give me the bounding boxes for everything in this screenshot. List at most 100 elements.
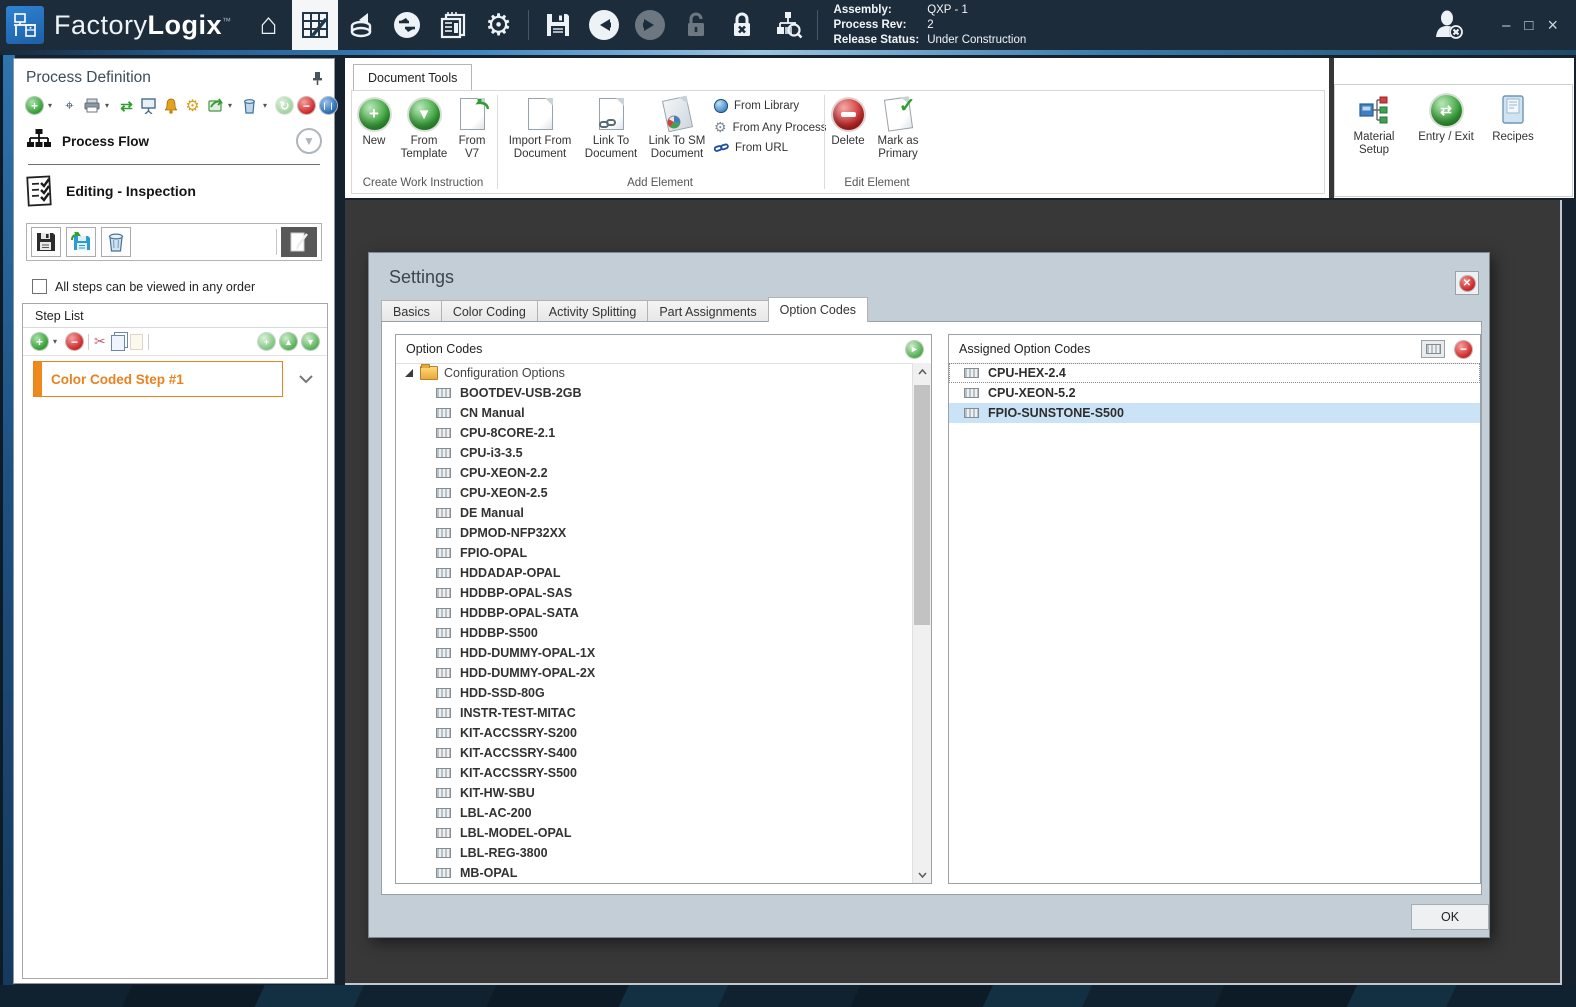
add-step-icon[interactable]: +	[31, 333, 48, 350]
option-code-row[interactable]: CPU-i3-3.5	[396, 443, 913, 463]
option-code-row[interactable]: HDDBP-OPAL-SATA	[396, 603, 913, 623]
option-code-row[interactable]: LBL-MODEL-OPAL	[396, 823, 913, 843]
assign-option-code-button[interactable]: ►	[906, 340, 923, 358]
redo-forward-icon[interactable]	[627, 0, 673, 50]
entry-exit-button[interactable]: ⇄ Entry / Exit	[1413, 93, 1479, 144]
export-caret-icon[interactable]: ▾	[228, 101, 236, 110]
delete-button[interactable]: Delete	[826, 97, 870, 148]
scroll-up-icon[interactable]	[913, 363, 931, 380]
option-code-row[interactable]: DE Manual	[396, 503, 913, 523]
import-from-document-button[interactable]: Import From Document	[504, 97, 576, 161]
assigned-option-row[interactable]: FPIO-SUNSTONE-S500	[949, 403, 1480, 423]
remove-step-icon[interactable]: −	[66, 333, 83, 350]
option-code-row[interactable]: LBL-REG-3800	[396, 843, 913, 863]
editing-inspection-item[interactable]: Editing - Inspection	[14, 169, 334, 213]
option-code-row[interactable]: KIT-ACCSSRY-S400	[396, 743, 913, 763]
option-code-row[interactable]: CN Manual	[396, 403, 913, 423]
settings-tab[interactable]: Activity Splitting	[536, 300, 649, 322]
option-code-row[interactable]: FPIO-OPAL	[396, 543, 913, 563]
option-code-row[interactable]: INSTR-TEST-MITAC	[396, 703, 913, 723]
assigned-option-row[interactable]: CPU-HEX-2.4	[949, 363, 1480, 383]
save-icon[interactable]	[535, 0, 581, 50]
settings-gear-icon[interactable]: ⚙	[476, 0, 522, 50]
minimize-button[interactable]: –	[1502, 17, 1510, 34]
add-icon[interactable]: +	[26, 97, 43, 114]
scroll-down-icon[interactable]	[913, 866, 931, 883]
settings-tab[interactable]: Color Coding	[440, 300, 538, 322]
step-row[interactable]: Color Coded Step #1	[33, 361, 317, 397]
import-save-button[interactable]	[66, 227, 96, 257]
scrollbar-thumb[interactable]	[914, 385, 930, 625]
lock-release-icon[interactable]	[719, 0, 765, 50]
presentation-icon[interactable]	[140, 97, 157, 114]
from-library-button[interactable]: From Library	[714, 99, 827, 113]
move-down-icon[interactable]: ▼	[302, 333, 319, 350]
option-codes-scrollbar[interactable]	[912, 363, 931, 883]
option-code-row[interactable]: DPMOD-NFP32XX	[396, 523, 913, 543]
undo-back-icon[interactable]	[581, 0, 627, 50]
add-step-caret-icon[interactable]: ▾	[53, 337, 61, 346]
link-to-document-button[interactable]: Link To Document	[580, 97, 642, 161]
option-code-row[interactable]: CPU-XEON-2.2	[396, 463, 913, 483]
from-v7-button[interactable]: From V7	[452, 97, 492, 161]
step-box[interactable]: Color Coded Step #1	[33, 361, 283, 397]
binoculars-icon[interactable]: ⌖	[61, 97, 78, 114]
settings-tab[interactable]: Part Assignments	[647, 300, 769, 322]
option-code-row[interactable]: HDD-SSD-80G	[396, 683, 913, 703]
recycle-icon[interactable]: ↻	[276, 97, 293, 114]
unlock-icon[interactable]	[673, 0, 719, 50]
option-code-row[interactable]: CPU-8CORE-2.1	[396, 423, 913, 443]
from-template-button[interactable]: ▼ From Template	[396, 97, 452, 161]
delete-document-button[interactable]	[101, 227, 131, 257]
paste-icon[interactable]	[129, 333, 143, 350]
option-code-row[interactable]: KIT-HW-SBU	[396, 783, 913, 803]
process-search-icon[interactable]	[765, 0, 811, 50]
edit-mode-button[interactable]	[281, 227, 317, 257]
copy-icon[interactable]	[110, 335, 125, 351]
print-caret-icon[interactable]: ▾	[105, 101, 113, 110]
unassign-option-code-button[interactable]: −	[1455, 340, 1472, 358]
maximize-button[interactable]: □	[1524, 17, 1533, 34]
bell-icon[interactable]	[162, 97, 179, 114]
any-order-checkbox-row[interactable]: All steps can be viewed in any order	[32, 279, 322, 294]
tree-root-row[interactable]: Configuration Options	[396, 363, 913, 383]
move-up-icon[interactable]: ▲	[280, 333, 297, 350]
home-icon[interactable]: ⌂	[246, 0, 292, 50]
reports-icon[interactable]	[430, 0, 476, 50]
option-code-row[interactable]: HDDBP-S500	[396, 623, 913, 643]
settings-tab[interactable]: Basics	[381, 300, 442, 322]
print-icon[interactable]	[83, 97, 100, 114]
tab-document-tools[interactable]: Document Tools	[353, 64, 473, 91]
option-code-row[interactable]: CPU-XEON-2.5	[396, 483, 913, 503]
shuffle-steps-icon[interactable]: ⇄	[118, 97, 135, 115]
option-code-row[interactable]: HDDADAP-OPAL	[396, 563, 913, 583]
settings-tab[interactable]: Option Codes	[767, 297, 869, 322]
step-chevron-icon[interactable]	[299, 374, 313, 384]
expand-down-icon[interactable]: ▼	[296, 128, 322, 154]
assigned-option-row[interactable]: CPU-XEON-5.2	[949, 383, 1480, 403]
option-code-row[interactable]: HDDBP-OPAL-SAS	[396, 583, 913, 603]
link-to-sm-document-button[interactable]: Link To SM Document	[644, 95, 710, 161]
option-code-row[interactable]: MB-OPAL	[396, 863, 913, 883]
dialog-close-button[interactable]: ✕	[1455, 271, 1479, 295]
recipes-button[interactable]: Recipes	[1487, 93, 1539, 144]
remove-icon[interactable]: −	[298, 97, 315, 114]
ok-button[interactable]: OK	[1411, 904, 1489, 930]
keyboard-entry-button[interactable]	[1421, 340, 1445, 358]
tree-expander-icon[interactable]	[405, 369, 413, 377]
checkbox[interactable]	[32, 279, 47, 294]
gear-gold-icon[interactable]: ⚙	[184, 97, 201, 115]
option-code-row[interactable]: BOOTDEV-USB-2GB	[396, 383, 913, 403]
sync-icon[interactable]	[384, 0, 430, 50]
from-url-button[interactable]: From URL	[714, 142, 827, 154]
new-button[interactable]: + New	[354, 97, 394, 148]
add-caret-icon[interactable]: ▾	[48, 101, 56, 110]
process-flow-item[interactable]: Process Flow ▼	[14, 122, 334, 160]
trash-icon[interactable]	[241, 97, 258, 114]
export-step-icon[interactable]	[206, 97, 223, 114]
trash-caret-icon[interactable]: ▾	[263, 101, 271, 110]
process-editor-icon[interactable]	[291, 0, 338, 50]
option-code-row[interactable]: HDD-DUMMY-OPAL-1X	[396, 643, 913, 663]
option-code-row[interactable]: HDD-DUMMY-OPAL-2X	[396, 663, 913, 683]
option-code-row[interactable]: LBL-AC-200	[396, 803, 913, 823]
